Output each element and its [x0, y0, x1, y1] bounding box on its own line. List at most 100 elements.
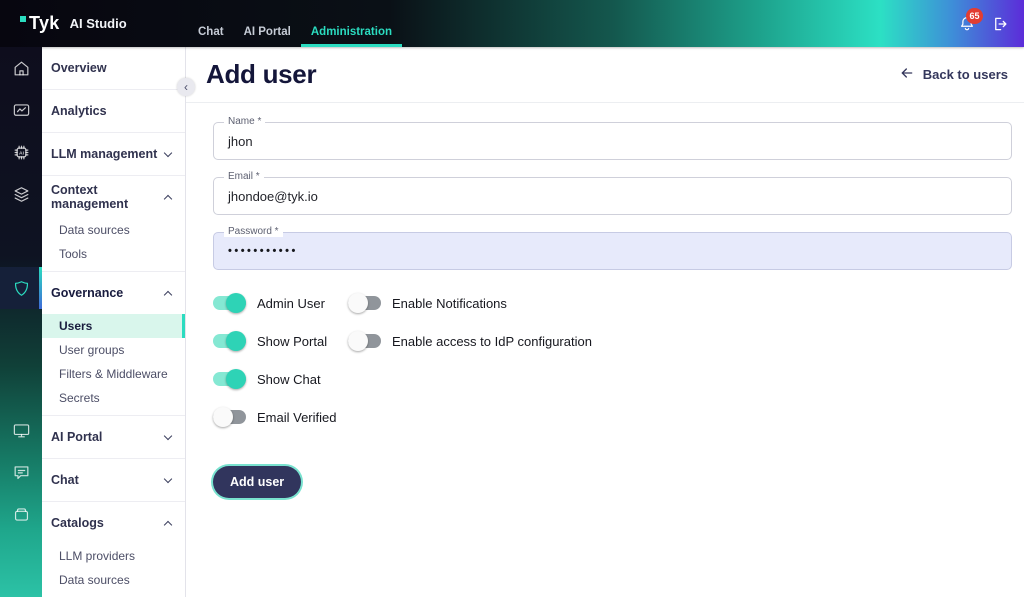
- rail-item-catalogs[interactable]: [0, 493, 42, 535]
- sidebar-item-label: Chat: [51, 473, 79, 487]
- sidebar-item-filters-middleware[interactable]: Filters & Middleware: [42, 362, 185, 386]
- toggle-switch[interactable]: [213, 407, 246, 427]
- chevron-up-icon: [163, 520, 173, 529]
- email-field-label: Email *: [224, 171, 264, 182]
- sidebar-item-user-groups[interactable]: User groups: [42, 338, 185, 362]
- sidebar-item-label: Analytics: [51, 104, 107, 118]
- sidebar-section: LLM management: [42, 133, 185, 176]
- layers-icon: [12, 185, 31, 204]
- rail-item-ai-portal[interactable]: [0, 409, 42, 451]
- product-name: AI Studio: [69, 16, 127, 31]
- collapse-sidebar-button[interactable]: ‹: [177, 78, 195, 96]
- toggle-label: Email Verified: [257, 409, 337, 425]
- toggle-enable-access-to-idp-configuration[interactable]: Enable access to IdP configuration: [348, 331, 592, 351]
- main-content: Add user Back to users Name * jhon Email *…: [186, 47, 1024, 597]
- name-field-label: Name *: [224, 116, 266, 127]
- chat-bubble-icon: [12, 463, 31, 482]
- sidebar-item-chat[interactable]: Chat: [42, 459, 185, 501]
- password-field[interactable]: Password * •••••••••••: [213, 226, 1012, 270]
- home-icon: [12, 59, 31, 78]
- rail-item-governance[interactable]: [0, 267, 42, 309]
- toggle-label: Admin User: [257, 295, 325, 311]
- sidebar-section: Chat: [42, 459, 185, 502]
- sidebar-item-llm-management[interactable]: LLM management: [42, 133, 185, 175]
- tyk-logo: Tyk AI Studio: [20, 13, 127, 34]
- toggle-thumb: [348, 331, 368, 351]
- page-title: Add user: [206, 59, 317, 89]
- rail-item-context-management[interactable]: [0, 173, 42, 215]
- topbar: Tyk AI Studio Chat AI Portal Administratio…: [0, 0, 1024, 47]
- sidebar-item-label: LLM management: [51, 147, 158, 161]
- sidebar-item-tools[interactable]: Tools: [42, 592, 185, 597]
- toggle-switch[interactable]: [348, 293, 381, 313]
- rail-item-chat[interactable]: [0, 451, 42, 493]
- toggle-label: Show Chat: [257, 371, 321, 387]
- brand-name: Tyk: [29, 13, 60, 33]
- sidebar-item-catalogs[interactable]: Catalogs: [42, 502, 185, 544]
- toggle-enable-notifications[interactable]: Enable Notifications: [348, 293, 592, 313]
- sidebar-section: Analytics: [42, 90, 185, 133]
- toggle-switch[interactable]: [348, 331, 381, 351]
- chevron-up-icon: [163, 290, 173, 299]
- rail-item-analytics[interactable]: [0, 89, 42, 131]
- password-field-label: Password *: [224, 226, 283, 237]
- password-field-value: •••••••••••: [228, 245, 298, 257]
- sidebar-item-label: Governance: [51, 286, 124, 300]
- sidebar-item-overview[interactable]: Overview: [42, 47, 185, 89]
- chevron-down-icon: [163, 431, 173, 440]
- sidebar-item-label: Catalogs: [51, 516, 104, 530]
- toggle-show-portal[interactable]: Show Portal: [213, 331, 348, 351]
- toggle-thumb: [226, 369, 246, 389]
- logout-button[interactable]: [992, 15, 1010, 33]
- tab-ai-portal[interactable]: AI Portal: [234, 0, 301, 47]
- top-nav: Chat AI Portal Administration: [188, 0, 403, 47]
- toggle-switch[interactable]: [213, 293, 246, 313]
- email-field-value: jhondoe@tyk.io: [228, 188, 318, 204]
- rail-item-overview[interactable]: [0, 47, 42, 89]
- back-to-users-link[interactable]: Back to users: [899, 65, 1008, 84]
- toggle-show-chat[interactable]: Show Chat: [213, 369, 348, 389]
- name-field[interactable]: Name * jhon: [213, 116, 1012, 160]
- tab-administration[interactable]: Administration: [300, 0, 403, 47]
- toggle-thumb: [348, 293, 368, 313]
- toggle-email-verified[interactable]: Email Verified: [213, 407, 348, 427]
- name-field-value: jhon: [228, 133, 253, 149]
- notifications-button[interactable]: 65: [958, 7, 983, 33]
- toggle-switch[interactable]: [213, 369, 246, 389]
- sidebar-sublist: Users User groups Filters & Middleware Secr…: [42, 314, 185, 415]
- sidebar-item-secrets[interactable]: Secrets: [42, 386, 185, 410]
- sidebar: Overview Analytics LLM management Context m…: [42, 47, 186, 597]
- toggle-label: Enable access to IdP configuration: [392, 333, 592, 349]
- sidebar-item-governance[interactable]: Governance: [42, 272, 185, 314]
- sidebar-section: Overview: [42, 47, 185, 90]
- analytics-icon: [12, 101, 31, 120]
- catalog-box-icon: [12, 505, 31, 524]
- rail-item-llm-management[interactable]: AI: [0, 131, 42, 173]
- svg-text:AI: AI: [19, 150, 25, 156]
- sidebar-item-data-sources[interactable]: Data sources: [42, 568, 185, 592]
- sidebar-item-analytics[interactable]: Analytics: [42, 90, 185, 132]
- sidebar-section: Context management Data sources Tools: [42, 176, 185, 272]
- email-field[interactable]: Email * jhondoe@tyk.io: [213, 171, 1012, 215]
- sidebar-item-context-management[interactable]: Context management: [42, 176, 185, 218]
- toggle-group: Admin User Show Portal Show Chat Email Veri…: [213, 293, 1012, 445]
- toggle-label: Enable Notifications: [392, 295, 507, 311]
- sidebar-item-label: Overview: [51, 61, 107, 75]
- chevron-down-icon: [163, 474, 173, 483]
- sidebar-item-ai-portal[interactable]: AI Portal: [42, 416, 185, 458]
- sidebar-sublist: LLM providersData sourcesTools: [42, 544, 185, 597]
- sidebar-item-data-sources[interactable]: Data sources: [42, 218, 185, 242]
- toggle-switch[interactable]: [213, 331, 246, 351]
- add-user-button[interactable]: Add user: [213, 466, 302, 498]
- toggle-thumb: [226, 331, 246, 351]
- sidebar-item-users[interactable]: Users: [42, 314, 185, 338]
- toggle-admin-user[interactable]: Admin User: [213, 293, 348, 313]
- sidebar-item-tools[interactable]: Tools: [42, 242, 185, 266]
- tab-chat[interactable]: Chat: [188, 0, 234, 47]
- icon-rail: AI: [0, 47, 42, 597]
- sidebar-item-label: AI Portal: [51, 430, 103, 444]
- back-arrow-icon: [899, 65, 915, 84]
- chevron-down-icon: [163, 148, 173, 157]
- ai-chip-icon: AI: [12, 143, 31, 162]
- sidebar-item-llm-providers[interactable]: LLM providers: [42, 544, 185, 568]
